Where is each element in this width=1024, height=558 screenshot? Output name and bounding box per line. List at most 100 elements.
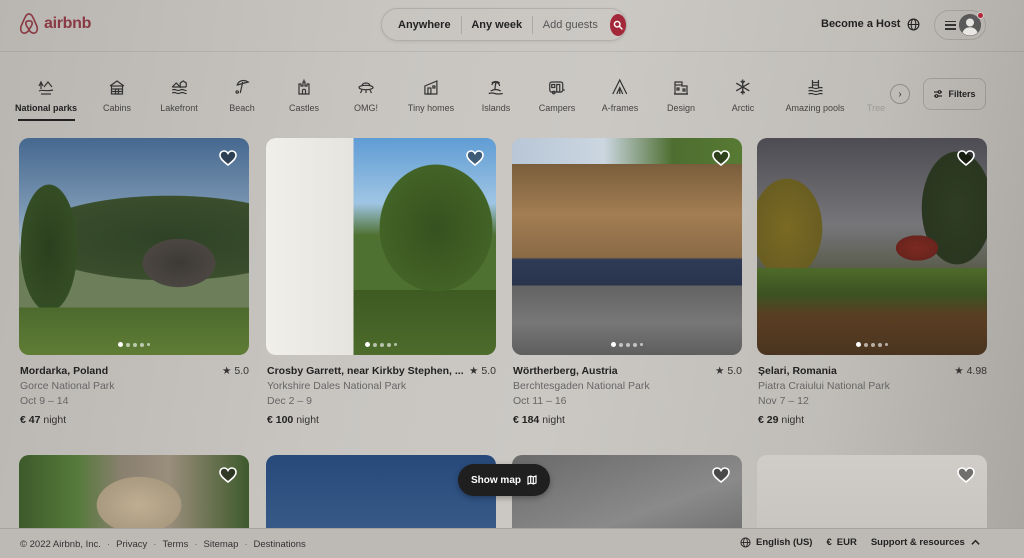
photo-carousel-dots: [365, 342, 397, 347]
search-guests-button[interactable]: Add guests: [533, 19, 608, 31]
brand-name: airbnb: [44, 15, 92, 32]
airbnb-logo[interactable]: airbnb: [18, 12, 91, 36]
tiny-home-icon: [422, 78, 440, 96]
copyright-text: © 2022 Airbnb, Inc.: [20, 539, 101, 550]
footer-separator: ·: [106, 539, 111, 550]
search-bar[interactable]: Anywhere Any week Add guests: [381, 8, 627, 41]
star-icon: ★: [954, 365, 967, 377]
listing-title: Mordarka, Poland: [20, 365, 109, 377]
listing-subtitle: Gorce National Park: [20, 380, 115, 392]
listing-photo[interactable]: [19, 138, 249, 355]
footer-link-terms[interactable]: Terms: [162, 539, 188, 550]
listing-price: € 184 night: [513, 414, 565, 426]
star-icon: ★: [715, 365, 728, 377]
listing-rating: ★ 5.0: [715, 365, 742, 377]
listing-photo[interactable]: [757, 138, 987, 355]
category-design[interactable]: Design: [667, 78, 695, 113]
top-header: airbnb Anywhere Any week Add guests Beco…: [0, 0, 1024, 52]
wishlist-heart-icon[interactable]: [219, 467, 237, 484]
search-button[interactable]: [609, 13, 626, 36]
category-bar: National parks Cabins Lakefront Beach Ca…: [0, 70, 1024, 125]
wishlist-heart-icon[interactable]: [957, 150, 975, 167]
footer: © 2022 Airbnb, Inc. · Privacy · Terms · …: [0, 528, 1024, 558]
chevron-right-icon: ›: [898, 88, 902, 100]
listing-card[interactable]: Mordarka, Poland ★ 5.0 Gorce National Pa…: [19, 138, 249, 426]
footer-separator: ·: [194, 539, 198, 550]
listing-rating: ★ 5.0: [469, 365, 496, 377]
listing-dates: Nov 7 – 12: [758, 395, 809, 407]
listing-rating: ★ 5.0: [222, 365, 249, 377]
listing-rating: ★ 4.98: [954, 365, 987, 377]
footer-separator: ·: [244, 539, 248, 550]
become-host-link[interactable]: Become a Host: [821, 18, 900, 30]
category-cabins[interactable]: Cabins: [103, 78, 131, 113]
footer-link-privacy[interactable]: Privacy: [116, 539, 147, 550]
listing-price: € 29 night: [758, 414, 805, 426]
wishlist-heart-icon[interactable]: [712, 467, 730, 484]
category-tiny-homes[interactable]: Tiny homes: [408, 78, 454, 113]
listing-photo[interactable]: [266, 138, 496, 355]
chevron-up-icon: [971, 539, 980, 545]
island-icon: [487, 78, 505, 96]
design-building-icon: [672, 78, 690, 96]
ufo-icon: [357, 78, 375, 96]
footer-link-destinations[interactable]: Destinations: [254, 539, 306, 550]
listing-card[interactable]: Șelari, Romania ★ 4.98 Piatra Craiului N…: [757, 138, 987, 426]
wishlist-heart-icon[interactable]: [219, 150, 237, 167]
category-a-frames[interactable]: A-frames: [602, 78, 638, 113]
wishlist-heart-icon[interactable]: [712, 150, 730, 167]
filters-button[interactable]: Filters: [923, 78, 986, 110]
listing-subtitle: Yorkshire Dales National Park: [267, 380, 407, 392]
beach-umbrella-icon: [233, 78, 251, 96]
wishlist-heart-icon[interactable]: [466, 150, 484, 167]
support-resources-button[interactable]: Support & resources: [871, 537, 981, 548]
airbnb-logo-icon: [19, 13, 39, 34]
category-scroll-next-button[interactable]: ›: [890, 84, 910, 104]
national-parks-icon: [37, 78, 55, 96]
category-castles[interactable]: Castles: [289, 78, 319, 113]
listing-title: Crosby Garrett, near Kirkby Stephen, ...: [267, 365, 464, 377]
category-arctic[interactable]: Arctic: [732, 78, 754, 113]
wishlist-heart-icon[interactable]: [957, 467, 975, 484]
language-selector[interactable]: English (US): [740, 537, 812, 548]
listing-title: Wörtherberg, Austria: [513, 365, 618, 377]
category-beach[interactable]: Beach: [229, 78, 255, 113]
category-islands[interactable]: Islands: [482, 78, 510, 113]
listing-dates: Oct 9 – 14: [20, 395, 69, 407]
star-icon: ★: [222, 365, 235, 377]
currency-selector[interactable]: € EUR: [826, 537, 856, 548]
listing-subtitle: Berchtesgaden National Park: [513, 380, 650, 392]
category-lakefront[interactable]: Lakefront: [160, 78, 198, 113]
listing-card[interactable]: Wörtherberg, Austria ★ 5.0 Berchtesgaden…: [512, 138, 742, 426]
filters-label: Filters: [948, 89, 976, 99]
currency-label: EUR: [836, 537, 857, 548]
category-treehouses[interactable]: Tree: [867, 78, 885, 113]
castle-icon: [295, 78, 313, 96]
support-label: Support & resources: [870, 537, 965, 548]
show-map-button[interactable]: Show map: [458, 464, 550, 496]
listing-photo[interactable]: [512, 138, 742, 355]
category-omg[interactable]: OMG!: [354, 78, 378, 113]
show-map-label: Show map: [470, 474, 521, 486]
cabin-icon: [108, 78, 126, 96]
photo-carousel-dots: [611, 342, 643, 347]
lakefront-icon: [170, 78, 188, 96]
category-campers[interactable]: Campers: [539, 78, 575, 113]
footer-link-sitemap[interactable]: Sitemap: [204, 539, 239, 550]
filters-sliders-icon: [934, 90, 943, 98]
listing-subtitle: Piatra Craiului National Park: [758, 380, 890, 392]
globe-icon[interactable]: [907, 18, 920, 31]
treehouse-icon: [867, 78, 885, 96]
a-frame-icon: [611, 78, 629, 96]
active-category-underline: [18, 119, 75, 121]
search-icon: [613, 20, 623, 30]
camper-icon: [548, 78, 566, 96]
category-amazing-pools[interactable]: Amazing pools: [785, 78, 845, 113]
pool-icon: [806, 78, 824, 96]
footer-separator: ·: [153, 539, 157, 550]
search-location-button[interactable]: Anywhere: [382, 19, 461, 31]
category-national-parks[interactable]: National parks: [15, 78, 77, 113]
currency-symbol: €: [826, 537, 832, 548]
search-dates-button[interactable]: Any week: [461, 19, 532, 31]
listing-card[interactable]: Crosby Garrett, near Kirkby Stephen, ...…: [266, 138, 496, 426]
